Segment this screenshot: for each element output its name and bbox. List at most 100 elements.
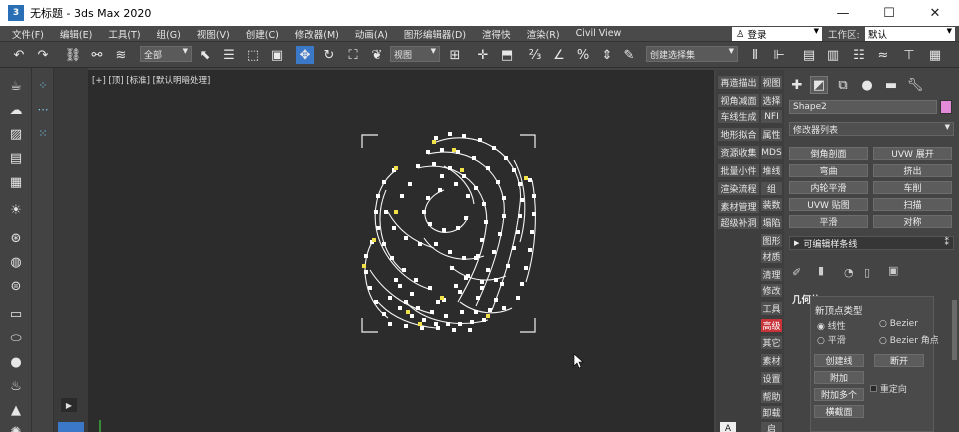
table-icon[interactable]: ▦ [6, 172, 26, 192]
dots-row-icon[interactable]: ⋯ [34, 100, 52, 118]
bind-space-warp-icon[interactable]: ≋ [112, 46, 130, 64]
modify-tab-icon[interactable]: ◩ [810, 76, 828, 94]
plugin-btn-right-6[interactable]: 组 [761, 182, 782, 195]
plugin-btn-right-5[interactable]: 堆线 [761, 164, 782, 177]
plugin-btn-left-2[interactable]: 地形拟合 [718, 128, 759, 141]
display-tab-icon[interactable]: ▬ [882, 76, 900, 94]
plugin-btn-right-0[interactable]: 视图 [761, 76, 782, 89]
document-icon[interactable]: ▤ [6, 148, 26, 168]
sun-icon[interactable]: ✺ [6, 422, 26, 432]
schematic-view-icon[interactable]: ≈ [874, 46, 892, 64]
menu-create[interactable]: 创建(C) [238, 27, 287, 41]
teapot-small-icon[interactable]: ♨ [6, 376, 26, 396]
break-button[interactable]: 断开 [874, 354, 924, 367]
plugin-btn-right-19[interactable]: 卸载 [761, 406, 782, 419]
selection-filter-dropdown[interactable]: 全部 ▼ [140, 46, 192, 62]
named-selection-dropdown[interactable]: 创建选择集 ▼ [646, 46, 738, 62]
light-icon[interactable]: ☀ [6, 200, 26, 220]
sphere-icon[interactable]: ● [6, 352, 26, 372]
plugin-btn-right-7[interactable]: 装数 [761, 198, 782, 211]
command-panel-scrollbar[interactable] [952, 300, 957, 360]
cloud-icon[interactable]: ☁ [6, 100, 26, 120]
plugin-btn-right-9[interactable]: 图形 [761, 234, 782, 247]
menu-file[interactable]: 文件(F) [0, 27, 52, 41]
modifier-btn-turbosmooth[interactable]: 内轮平滑 [789, 181, 868, 194]
menu-rendering[interactable]: 渲染(R) [519, 27, 568, 41]
modifier-list-dropdown[interactable]: 修改器列表 ▼ [789, 122, 954, 136]
edit-named-selection-icon[interactable]: ✎ [620, 46, 638, 64]
plugin-btn-right-17[interactable]: 设置 [761, 372, 782, 385]
modifier-btn-uvw-unwrap[interactable]: UVW 展开 [873, 147, 952, 160]
plugin-btn-left-3[interactable]: 资源收集 [718, 146, 759, 159]
place-icon[interactable]: ❦ [368, 46, 386, 64]
rectangular-selection-icon[interactable]: ⬚ [244, 46, 262, 64]
modifier-stack-item[interactable]: ▶ 可编辑样条线 ⁑ [789, 236, 954, 250]
plugin-btn-right-16[interactable]: 素材 [761, 354, 782, 367]
utilities-tab-icon[interactable]: 🔧︎ [906, 76, 924, 94]
cone-icon[interactable]: ▲ [6, 400, 26, 420]
viewport-label[interactable]: [+] [顶] [标准] [默认明暗处理] [92, 74, 210, 86]
plugin-btn-right-4[interactable]: MDS [761, 146, 782, 159]
curve-editor-icon[interactable]: ☷ [850, 46, 868, 64]
teapot-icon[interactable]: ☕ [6, 76, 26, 96]
plugin-btn-right-3[interactable]: 属性 [761, 128, 782, 141]
plugin-btn-left-5[interactable]: 渲染流程 [718, 182, 759, 195]
radio-bezier-corner[interactable]: ○ Bezier 角点 [879, 333, 939, 346]
menu-view[interactable]: 视图(V) [189, 27, 238, 41]
plugin-btn-right-13[interactable]: 工具 [761, 302, 782, 315]
attach-multiple-button[interactable]: 附加多个 [814, 388, 864, 401]
bind-icon[interactable]: ⊛ [6, 228, 26, 248]
undo-icon[interactable]: ↶ [10, 46, 28, 64]
plugin-btn-left-1[interactable]: 车线生成 [718, 110, 759, 123]
plugin-btn-left-7[interactable]: 超级补洞 [718, 216, 759, 229]
image-icon[interactable]: ▨ [6, 124, 26, 144]
minimize-button[interactable]: — [820, 0, 866, 26]
pivot-center-icon[interactable]: ⊞ [446, 46, 464, 64]
spinner-snap-icon[interactable]: ⇕ [598, 46, 616, 64]
expand-arrow-icon[interactable]: ▶ [794, 239, 799, 247]
plugin-btn-right-14[interactable]: 高级 [761, 319, 782, 332]
select-and-rotate-icon[interactable]: ↻ [320, 46, 338, 64]
radio-smooth[interactable]: ○ 平滑 [817, 333, 846, 346]
menu-group[interactable]: 组(G) [149, 27, 189, 41]
show-end-result-icon[interactable]: ▮ [818, 264, 824, 277]
modifier-btn-symmetry[interactable]: 对称 [873, 215, 952, 228]
camera-icon[interactable]: ⊜ [6, 276, 26, 296]
create-line-button[interactable]: 创建线 [814, 354, 864, 367]
plugin-btn-right-11[interactable]: 清理 [761, 268, 782, 281]
select-object-icon[interactable]: ⬉ [196, 46, 214, 64]
reference-coordinate-dropdown[interactable]: 视图 ▼ [390, 46, 440, 62]
maximize-button[interactable]: ☐ [866, 0, 912, 26]
percent-snap-icon[interactable]: % [574, 46, 592, 64]
menu-graph-editors[interactable]: 图形编辑器(D) [396, 27, 474, 41]
plugin-btn-right-8[interactable]: 塌陷 [761, 216, 782, 229]
plugin-btn-left-4[interactable]: 批量小件 [718, 164, 759, 177]
modifier-btn-bend[interactable]: 弯曲 [789, 164, 868, 177]
snaps-toggle-icon[interactable]: ⅔ [526, 46, 544, 64]
select-and-move-icon[interactable]: ✥ [296, 46, 314, 64]
select-by-name-icon[interactable]: ☰ [220, 46, 238, 64]
configure-modifier-sets-icon[interactable]: ▣ [888, 264, 898, 277]
grid-dots-icon[interactable]: ⁘ [34, 76, 52, 94]
render-setup-icon[interactable]: ▦ [926, 46, 944, 64]
reorient-checkbox[interactable]: 重定向 [870, 382, 907, 395]
angle-snap-icon[interactable]: ∠ [550, 46, 568, 64]
menu-edit[interactable]: 编辑(E) [52, 27, 100, 41]
radio-linear[interactable]: ◉ 线性 [817, 319, 846, 332]
close-button[interactable]: ✕ [912, 0, 958, 26]
pin-stack-icon[interactable]: ✐ [792, 266, 801, 279]
plugin-btn-right-2[interactable]: NFI [761, 110, 782, 123]
plugin-btn-left-0[interactable]: 视角减面 [718, 94, 759, 107]
play-icon[interactable]: ▶ [61, 398, 77, 412]
plane-icon[interactable]: ▭ [6, 304, 26, 324]
cylinder-icon[interactable]: ⬭ [6, 328, 26, 348]
radio-bezier[interactable]: ○ Bezier [879, 319, 918, 329]
scene-explorer-icon[interactable]: ▤ [800, 46, 818, 64]
plugin-btn-right-20[interactable]: 启 [761, 422, 782, 432]
top-viewport[interactable] [88, 70, 714, 432]
window-crossing-icon[interactable]: ▣ [268, 46, 286, 64]
plugin-btn-right-12[interactable]: 修改 [761, 284, 782, 297]
modifier-btn-uvw-map[interactable]: UVW 贴图 [789, 198, 868, 211]
menu-render-plugin[interactable]: 渲得快 [474, 27, 519, 41]
viewport-tab[interactable] [58, 422, 84, 432]
